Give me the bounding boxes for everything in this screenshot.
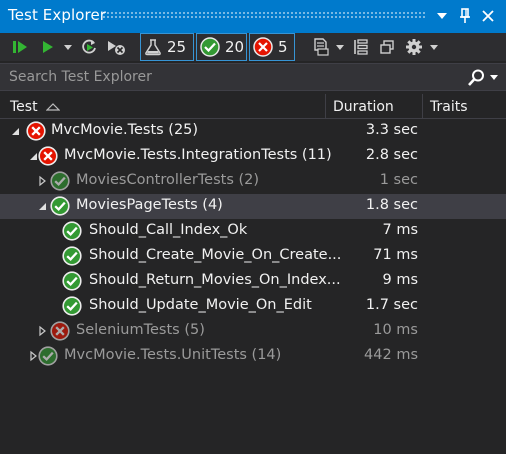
tree-row-duration: 442 ms xyxy=(364,347,418,363)
tree-row-label: MvcMovie.Tests.IntegrationTests (11) xyxy=(64,147,332,163)
search-input[interactable] xyxy=(0,64,460,90)
dropdown-caret-icon xyxy=(430,44,438,50)
run-icon xyxy=(43,41,53,53)
group-by-icon xyxy=(354,39,368,55)
passed-status-icon xyxy=(50,171,70,191)
close-button[interactable] xyxy=(478,5,498,27)
column-header-traits[interactable]: Traits xyxy=(422,94,506,119)
run-button[interactable] xyxy=(36,36,58,58)
dropdown-caret-icon xyxy=(336,44,344,50)
tree-row[interactable]: SeleniumTests (5) 10 ms xyxy=(0,319,506,344)
run-all-icon xyxy=(13,41,27,53)
refresh-icon xyxy=(82,39,96,54)
run-options-dropdown[interactable] xyxy=(62,36,74,58)
passed-tests-filter[interactable]: 20 xyxy=(196,33,247,61)
tree-row-duration: 1.8 sec xyxy=(365,197,418,213)
tree-row-duration: 7 ms xyxy=(382,222,418,238)
tree-row[interactable]: Should_Update_Movie_On_Edit 1.7 sec xyxy=(0,294,506,319)
flask-icon xyxy=(145,39,161,56)
passed-count: 20 xyxy=(225,38,245,56)
group-by-button[interactable] xyxy=(350,36,372,58)
playlist-icon xyxy=(314,38,329,56)
window-icon xyxy=(380,40,394,54)
tree-row-label: MvcMovie.Tests.UnitTests (14) xyxy=(64,347,282,363)
column-headers: Test Duration Traits xyxy=(0,94,506,119)
title-bar: Test Explorer xyxy=(0,0,506,33)
gear-icon xyxy=(406,39,422,55)
tree-row[interactable]: MoviesControllerTests (2) 1 sec xyxy=(0,169,506,194)
column-header-test[interactable]: Test xyxy=(0,94,325,119)
chevron-down-icon[interactable] xyxy=(490,75,498,80)
expanded-arrow-icon[interactable] xyxy=(9,125,21,137)
chevron-down-icon xyxy=(437,13,447,19)
playlist-button[interactable] xyxy=(310,36,332,58)
tree-row[interactable]: Should_Call_Index_Ok 7 ms xyxy=(0,219,506,244)
tree-row-duration: 2.8 sec xyxy=(365,147,418,163)
passed-status-icon xyxy=(38,346,58,366)
tree-row[interactable]: MvcMovie.Tests.UnitTests (14) 442 ms xyxy=(0,344,506,369)
tree-row-label: Should_Return_Movies_On_Index... xyxy=(89,272,341,288)
test-tree: MvcMovie.Tests (25) 3.3 sec MvcMovie.Tests… xyxy=(0,119,506,369)
tree-row-label: Should_Call_Index_Ok xyxy=(89,222,248,238)
dropdown-caret-icon xyxy=(64,44,72,50)
tree-row-label: SeleniumTests (5) xyxy=(76,322,205,338)
collapsed-arrow-icon[interactable] xyxy=(36,325,48,337)
search-box xyxy=(0,63,506,91)
close-icon xyxy=(482,10,494,22)
toolbar: 25 20 5 xyxy=(0,33,506,61)
pin-button[interactable] xyxy=(455,5,475,27)
drag-grip[interactable] xyxy=(102,11,426,20)
settings-dropdown[interactable] xyxy=(428,36,440,58)
collapsed-arrow-icon[interactable] xyxy=(36,175,48,187)
tree-row-duration: 71 ms xyxy=(373,247,418,263)
error-circle-icon xyxy=(253,37,273,57)
tree-row[interactable]: Should_Return_Movies_On_Index... 9 ms xyxy=(0,269,506,294)
run-all-button[interactable] xyxy=(9,36,31,58)
tree-row-duration: 9 ms xyxy=(382,272,418,288)
failed-tests-filter[interactable]: 5 xyxy=(249,33,295,61)
tree-row-duration: 1.7 sec xyxy=(365,297,418,313)
tree-row-label: Should_Create_Movie_On_Create... xyxy=(89,247,342,263)
tree-row-label: MvcMovie.Tests (25) xyxy=(51,122,199,138)
column-header-traits-label: Traits xyxy=(430,98,468,115)
cancel-icon xyxy=(108,41,125,55)
passed-status-icon xyxy=(62,296,82,316)
total-count: 25 xyxy=(167,38,187,56)
failed-count: 5 xyxy=(278,38,288,56)
passed-status-icon xyxy=(62,271,82,291)
passed-status-icon xyxy=(50,196,70,216)
column-header-test-label: Test xyxy=(10,98,38,115)
column-header-duration-label: Duration xyxy=(333,98,394,115)
repeat-last-run-button[interactable] xyxy=(78,36,100,58)
expanded-arrow-icon[interactable] xyxy=(36,200,48,212)
collapse-all-button[interactable] xyxy=(376,36,398,58)
check-circle-icon xyxy=(200,37,220,57)
tree-row-label: MoviesPageTests (4) xyxy=(76,197,223,213)
settings-button[interactable] xyxy=(403,36,425,58)
tree-row-duration: 3.3 sec xyxy=(365,122,418,138)
tree-row-label: Should_Update_Movie_On_Edit xyxy=(89,297,312,313)
pin-icon xyxy=(460,8,470,23)
cancel-button[interactable] xyxy=(104,36,128,58)
sort-ascending-icon xyxy=(45,102,60,111)
failed-status-icon xyxy=(50,321,70,341)
tree-row[interactable]: Should_Create_Movie_On_Create... 71 ms xyxy=(0,244,506,269)
search-icon[interactable] xyxy=(466,68,486,88)
passed-status-icon xyxy=(62,221,82,241)
total-tests-filter[interactable]: 25 xyxy=(140,33,194,61)
passed-status-icon xyxy=(62,246,82,266)
playlist-dropdown[interactable] xyxy=(334,36,346,58)
window-menu-button[interactable] xyxy=(432,5,452,27)
tree-row[interactable]: MvcMovie.Tests (25) 3.3 sec xyxy=(0,119,506,144)
failed-status-icon xyxy=(26,121,46,141)
test-explorer-window: Test Explorer 25 20 5 Search Test Explor… xyxy=(0,0,506,454)
column-header-duration[interactable]: Duration xyxy=(325,94,422,119)
failed-status-icon xyxy=(38,146,58,166)
tree-row-duration: 10 ms xyxy=(373,322,418,338)
tree-row[interactable]: MoviesPageTests (4) 1.8 sec xyxy=(0,194,506,219)
tree-row-duration: 1 sec xyxy=(379,172,418,188)
tree-row-label: MoviesControllerTests (2) xyxy=(76,172,260,188)
tree-row[interactable]: MvcMovie.Tests.IntegrationTests (11) 2.8 … xyxy=(0,144,506,169)
window-title: Test Explorer xyxy=(8,6,107,24)
